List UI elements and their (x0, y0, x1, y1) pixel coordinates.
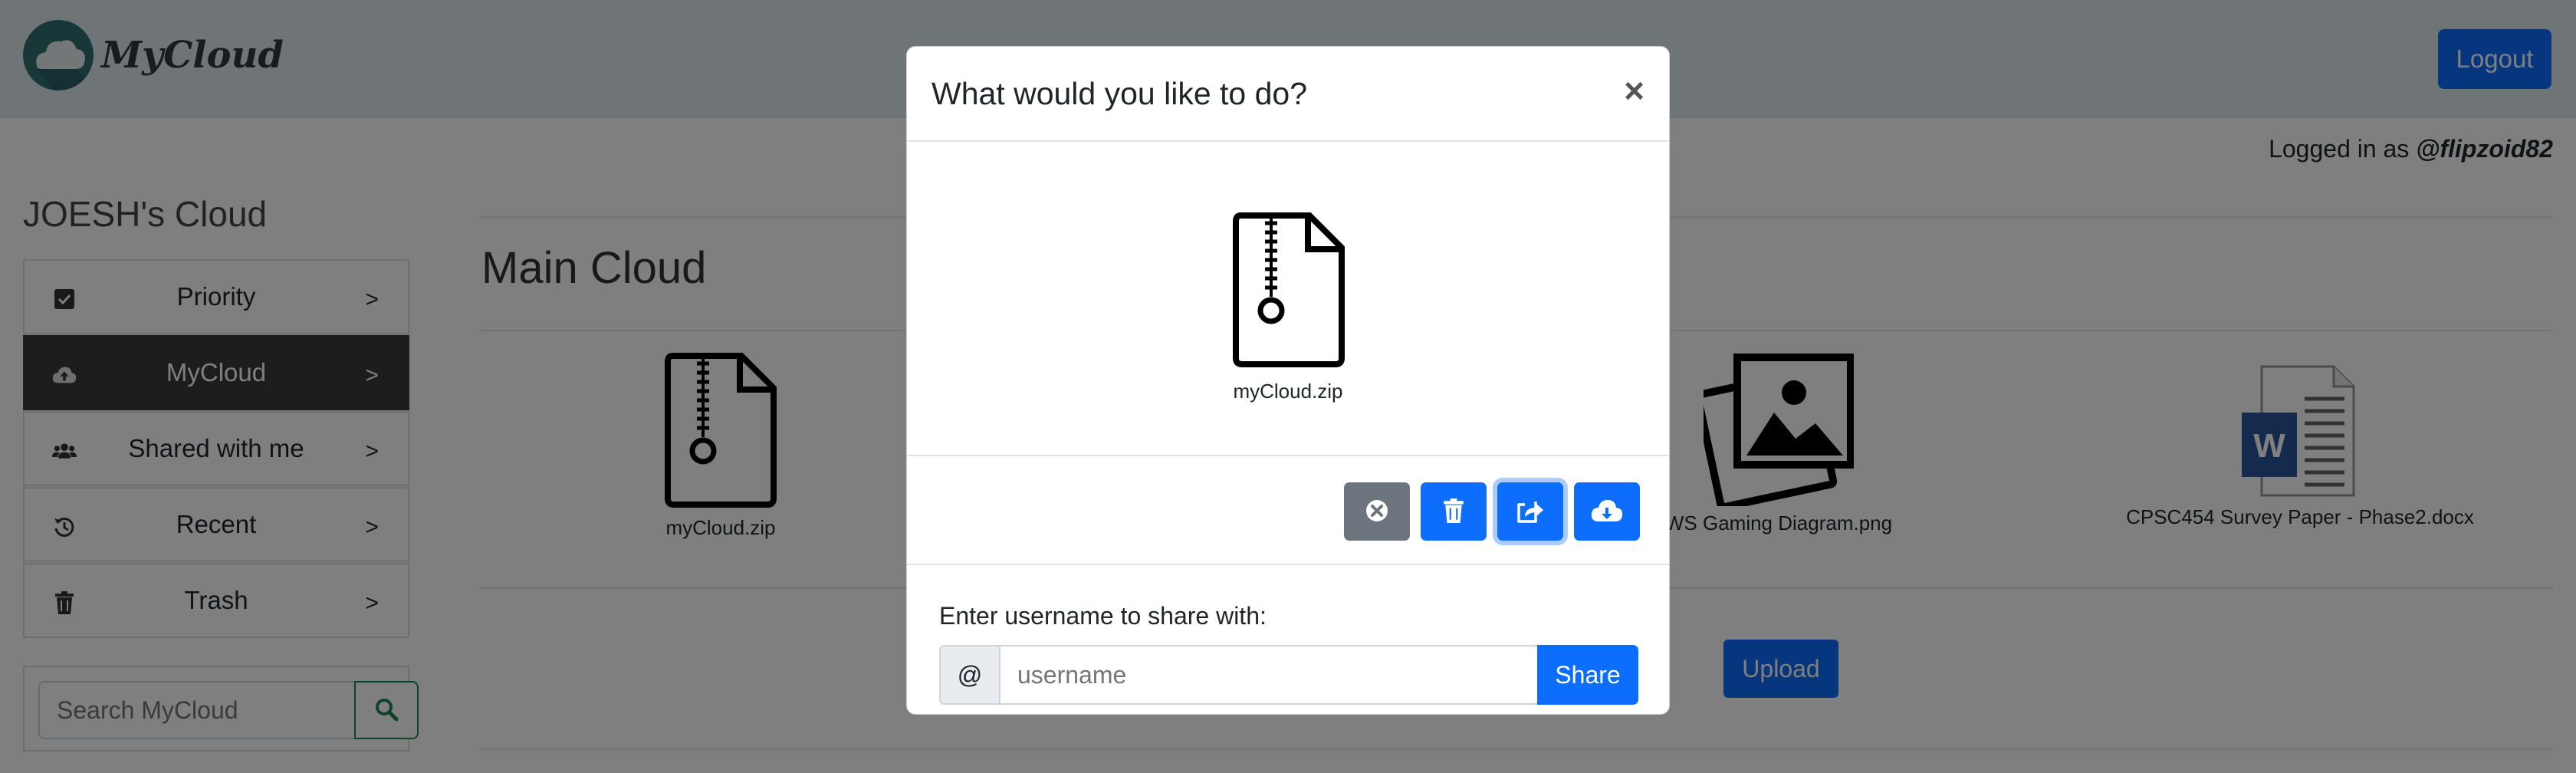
file-preview: myCloud.zip (907, 142, 1669, 456)
modal-header: What would you like to do? × (907, 47, 1669, 142)
download-button[interactable] (1574, 482, 1640, 541)
cloud-download-icon (1591, 498, 1623, 525)
trash-icon (1443, 498, 1464, 525)
share-icon (1516, 498, 1545, 525)
zip-file-icon (1232, 212, 1346, 367)
modal-title: What would you like to do? (932, 76, 1307, 111)
modal-action-bar (907, 456, 1669, 565)
share-label: Enter username to share with: (939, 602, 1267, 630)
share-submit-button[interactable]: Share (1537, 645, 1638, 705)
share-input-group: @ Share (939, 645, 1638, 705)
file-action-modal: What would you like to do? × myCloud.zip (906, 46, 1670, 715)
dismiss-button[interactable] (1344, 482, 1410, 541)
preview-file-name: myCloud.zip (1233, 380, 1343, 403)
username-input[interactable] (999, 645, 1539, 705)
at-prefix: @ (939, 645, 1001, 705)
close-icon[interactable]: × (1624, 73, 1644, 108)
share-button[interactable] (1497, 482, 1563, 541)
delete-button[interactable] (1421, 482, 1487, 541)
close-circle-icon (1365, 498, 1389, 525)
share-form: Enter username to share with: @ Share (907, 565, 1669, 715)
